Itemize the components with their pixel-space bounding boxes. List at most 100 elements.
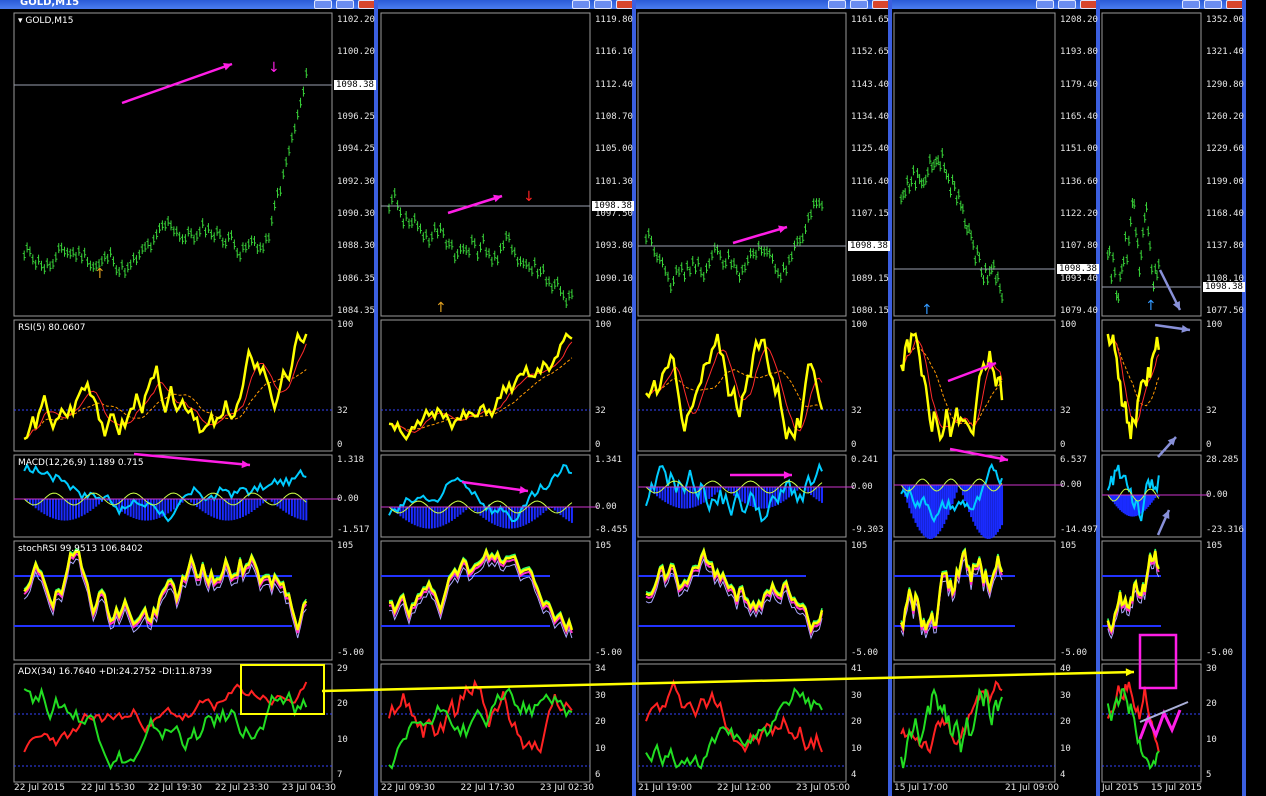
time-tick-label: 23 Jul 02:30 [540,783,594,793]
adx-tick-label: 20 [1206,699,1217,710]
pane-frame-3 [380,540,591,661]
price-tick-label: 1193.80 [1060,47,1098,58]
rsi-tick-label: 0 [1060,440,1066,450]
time-tick-label: 15 Jul 2015 [1151,783,1202,793]
price-tick-label: 1089.15 [851,273,889,284]
stoch-scale: 105 -5.00 [1057,541,1097,660]
price-bars [22,68,308,278]
stoch-tick-label: 105 [595,541,612,551]
price-tick-label: 1112.40 [595,79,633,90]
pane-frame-1 [1101,319,1202,452]
stoch-signal [388,551,573,635]
di-minus-line [23,681,308,753]
rsi-scale: 100 32 0 [848,320,888,451]
stoch-scale: 105 -5.00 [1203,541,1243,660]
price-tick-label: 1116.10 [595,47,633,58]
rsi-line [388,331,573,442]
rsi-scale: 100 32 0 [1203,320,1243,451]
pane-frame-0 [380,12,591,317]
price-bars [899,148,1004,303]
pane-frame-4 [637,663,847,783]
chart-window-4[interactable]: 1208.20 1193.80 1179.40 1165.40 1151.00 1136.… [892,0,1100,796]
price-tick-label: 1208.20 [1060,15,1098,25]
adx-tick-label: 41 [851,664,862,674]
macd-tick-label: 0.00 [1206,490,1228,500]
current-price-badge: 1098.38 [592,201,634,211]
adx-tick-label: 30 [1206,664,1217,674]
rsi-tick-label: 32 [851,406,862,416]
di-plus-line [900,687,1003,769]
rsi-fast-ma [900,339,1003,429]
macd-tick-label: -8.455 [595,525,628,535]
stoch-tick-label: -5.00 [337,648,365,658]
stoch-line [645,547,824,634]
stoch-tick-label: -5.00 [1206,648,1234,658]
rsi-tick-label: 0 [851,440,857,450]
adx-tick-label: 30 [851,690,862,701]
price-tick-label: 1090.30 [337,209,375,219]
stoch-tick-label: -5.00 [595,648,623,658]
pane-frame-0 [13,12,333,317]
time-tick-label: 23 Jul 05:00 [796,783,850,793]
stoch-scale: 105 -5.00 [848,541,888,660]
price-tick-label: 1093.80 [595,241,633,252]
time-tick-label: 22 Jul 19:30 [148,783,202,793]
time-tick-label: 22 Jul 09:30 [381,783,435,793]
price-tick-label: 1352.00 [1206,15,1244,25]
rsi-tick-label: 32 [1060,406,1071,416]
adx-tick-label: 30 [1060,690,1071,701]
macd-label: MACD(12,26,9) 1.189 0.715 [18,458,144,468]
price-tick-label: 1077.50 [1206,306,1244,316]
price-tick-label: 1229.60 [1206,144,1244,155]
macd-tick-label: -9.303 [851,525,884,535]
adx-scale: 30 20 10 5 [1203,664,1243,782]
pane-frame-2 [380,454,591,538]
rsi-tick-label: 100 [595,320,612,330]
time-tick-label: Jul 2015 [1102,783,1139,793]
chart-window-5[interactable]: 1352.00 1321.40 1290.80 1260.20 1229.60 1199.… [1100,0,1246,796]
price-tick-label: 1125.40 [851,144,889,155]
time-axis: 22 Jul 09:30 22 Jul 17:30 23 Jul 02:30 [381,782,594,796]
adx-tick-label: 6 [595,770,601,780]
time-axis: 21 Jul 19:00 22 Jul 12:00 23 Jul 05:00 [638,782,850,796]
symbol-label: ▾ GOLD,M15 [18,16,74,26]
price-tick-label: 1168.40 [1206,209,1244,219]
current-price-badge: 1098.38 [848,241,890,251]
price-tick-label: 1260.20 [1206,112,1244,122]
macd-tick-label: 0.00 [851,482,873,492]
stoch-tick-label: -5.00 [851,648,879,658]
time-tick-label: 22 Jul 15:30 [81,783,135,793]
macd-tick-label: 28.285 [1206,455,1239,465]
rsi-tick-label: 100 [337,320,354,330]
macd-tick-label: 6.537 [1060,455,1088,465]
price-tick-label: 1107.80 [1060,241,1098,252]
rsi-scale: 100 32 0 [334,320,374,451]
stoch-tick-label: -5.00 [1060,648,1088,658]
price-tick-label: 1100.20 [337,47,375,58]
price-tick-label: 1090.10 [595,273,633,284]
price-scale: 1161.65 1152.65 1143.40 1134.40 1125.40 1116.… [848,13,892,316]
price-tick-label: 1122.20 [1060,209,1098,219]
stoch-tick-label: 105 [1206,541,1223,551]
price-scale: 1352.00 1321.40 1290.80 1260.20 1229.60 1199.… [1203,13,1247,316]
macd-histogram [902,485,1004,539]
price-tick-label: 1143.40 [851,79,889,90]
chart-window-3[interactable]: 1161.65 1152.65 1143.40 1134.40 1125.40 1116.… [636,0,892,796]
current-price-badge: 1098.38 [334,80,376,90]
adx-tick-label: 4 [851,770,857,780]
price-tick-label: 1165.40 [1060,112,1098,122]
time-tick-label: 22 Jul 17:30 [460,783,515,793]
adx-tick-label: 40 [1060,664,1071,674]
rsi-slow-ma [900,346,1003,425]
chart-window-2[interactable]: 1119.80 1116.10 1112.40 1108.70 1105.00 1101.… [378,0,636,796]
price-tick-label: 1105.00 [595,144,633,155]
macd-tick-label: 1.341 [595,455,623,465]
price-tick-label: 1137.80 [1206,241,1244,252]
price-scale: 1102.20 1100.20 1098.38 1096.25 1094.25 1092.… [334,13,378,316]
time-tick-label: 22 Jul 23:30 [215,783,269,793]
chart-window-1[interactable]: GOLD,M151102.201100.201098.381096.251094… [0,0,378,796]
stoch-scale: 105 -5.00 [592,541,632,660]
price-tick-label: 1151.00 [1060,144,1098,155]
adx-scale: 29 20 10 7 [334,664,374,782]
price-tick-label: 1179.40 [1060,79,1098,90]
